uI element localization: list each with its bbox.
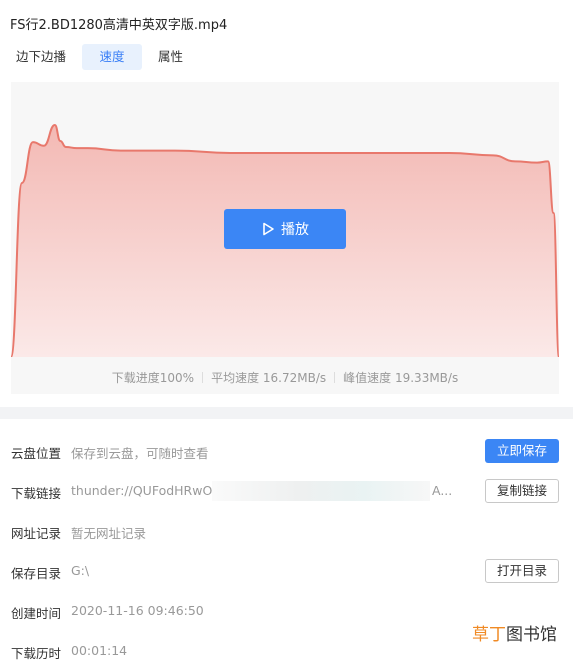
save-directory-row: 保存目录 G:\ 打开目录 <box>0 559 573 583</box>
play-button-label: 播放 <box>281 222 309 238</box>
stats-divider <box>202 372 204 383</box>
cloud-location-value: 保存到云盘，可随时查看 <box>71 446 209 461</box>
tab-speed[interactable]: 速度 <box>82 44 143 70</box>
speed-stats: 下载进度100% 平均速度 16.72MB/s 峰值速度 19.33MB/s <box>11 369 559 386</box>
top-panel: FS行2.BD1280高清中英双字版.mp4 边下边播 速度 属性 播放 下载进… <box>0 0 573 407</box>
peak-speed: 峰值速度 19.33MB/s <box>343 371 459 385</box>
created-time-value: 2020-11-16 09:46:50 <box>71 603 204 618</box>
download-progress: 下载进度100% <box>111 371 195 385</box>
save-now-button[interactable]: 立即保存 <box>484 439 559 463</box>
created-time-label: 创建时间 <box>11 606 62 621</box>
cloud-location-row: 云盘位置 保存到云盘，可随时查看 立即保存 <box>0 439 573 463</box>
tab-properties[interactable]: 属性 <box>148 44 193 70</box>
average-speed: 平均速度 16.72MB/s <box>211 371 327 385</box>
cloud-location-label: 云盘位置 <box>11 446 62 461</box>
stats-divider <box>334 372 336 383</box>
download-link-row: 下载链接 thunder://QUFodHRwOi A... 复制链接 <box>0 479 573 503</box>
play-icon <box>263 222 274 236</box>
download-link-value: thunder://QUFodHRwOi <box>71 483 216 498</box>
file-title: FS行2.BD1280高清中英双字版.mp4 <box>10 18 228 33</box>
download-duration-label: 下载历时 <box>11 646 62 661</box>
url-history-row: 网址记录 暂无网址记录 <box>0 519 573 543</box>
watermark-part1: 草丁 <box>472 625 506 645</box>
save-directory-label: 保存目录 <box>11 566 62 581</box>
open-directory-button[interactable]: 打开目录 <box>484 559 559 583</box>
speed-chart: 播放 下载进度100% 平均速度 16.72MB/s 峰值速度 19.33MB/s <box>11 82 559 394</box>
watermark-part2: 图书馆 <box>506 625 557 645</box>
url-history-value: 暂无网址记录 <box>71 526 147 541</box>
save-directory-value: G:\ <box>71 563 90 578</box>
copy-link-button[interactable]: 复制链接 <box>484 479 559 503</box>
download-duration-value: 00:01:14 <box>71 643 128 658</box>
site-watermark: 草丁图书馆 <box>472 620 557 645</box>
download-link-label: 下载链接 <box>11 486 62 501</box>
download-link-tail: A... <box>432 483 453 498</box>
tab-bar: 边下边播 速度 属性 <box>6 44 199 70</box>
tab-play-while-download[interactable]: 边下边播 <box>6 44 76 70</box>
play-button[interactable]: 播放 <box>224 209 346 249</box>
url-history-label: 网址记录 <box>11 526 62 541</box>
redacted-link-region <box>212 481 430 501</box>
